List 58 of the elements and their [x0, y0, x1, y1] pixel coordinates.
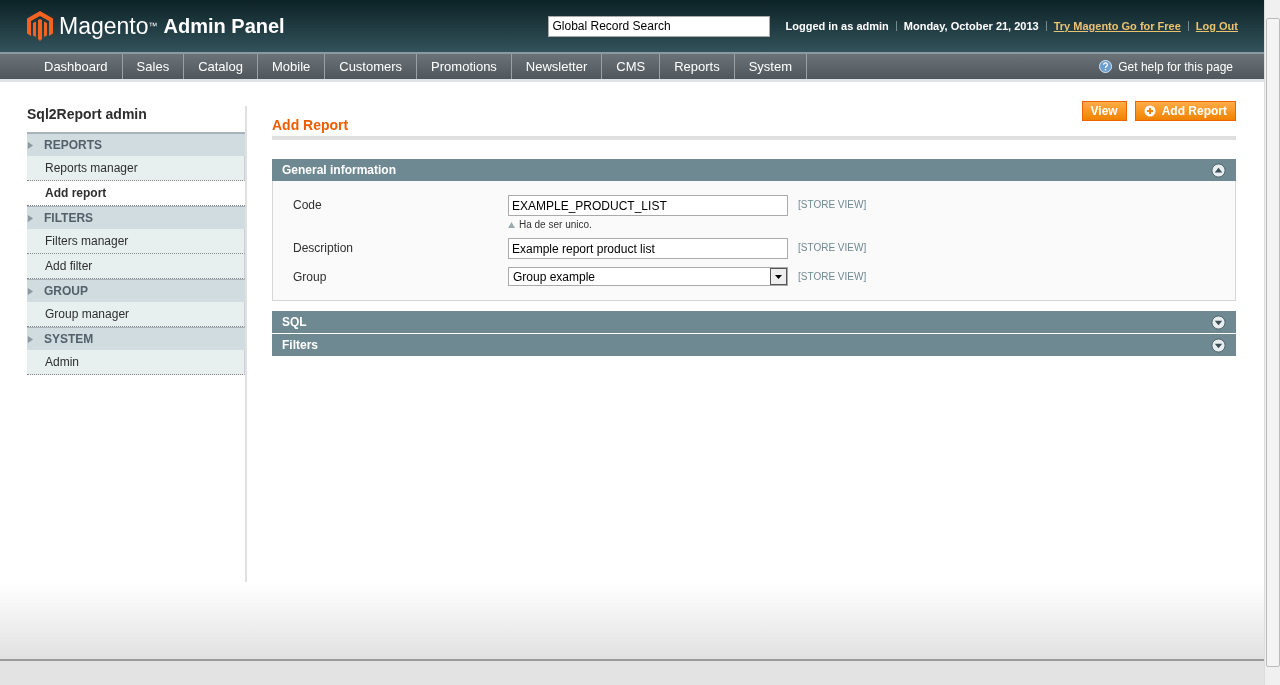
header-link[interactable]: Try Magento Go for Free — [1053, 20, 1181, 32]
nav-item[interactable]: Reports — [660, 54, 735, 79]
field-label: Code — [293, 197, 323, 214]
nav-item[interactable]: Sales — [122, 54, 185, 79]
triangle-icon — [27, 335, 34, 343]
page-title: Add Report — [272, 117, 349, 133]
collapse-icon[interactable] — [1211, 162, 1226, 178]
sidebar-item[interactable]: Reports manager — [27, 156, 245, 181]
sidebar-item[interactable]: Add filter — [27, 254, 245, 279]
section-header[interactable]: Filters — [272, 334, 1236, 356]
help-link[interactable]: Get help for this page — [1099, 54, 1233, 79]
triangle-icon — [508, 221, 515, 228]
section-header[interactable]: SQL — [272, 311, 1236, 333]
section-header[interactable]: General information — [272, 159, 1236, 181]
dropdown-icon[interactable] — [770, 268, 787, 285]
nav-item[interactable]: Promotions — [417, 54, 512, 79]
nav-item[interactable]: System — [734, 54, 808, 79]
help-icon — [1099, 60, 1113, 73]
section-title: Filters — [282, 338, 318, 352]
logo-brand: Magento — [59, 12, 149, 40]
nav-item[interactable]: Dashboard — [30, 54, 123, 79]
nav-item[interactable]: Catalog — [184, 54, 258, 79]
sidebar-section: GROUP — [27, 279, 245, 302]
search-field[interactable]: Global Record Search — [547, 15, 770, 37]
sidebar-section: FILTERS — [27, 206, 245, 229]
triangle-icon — [27, 287, 34, 295]
nav-item[interactable]: CMS — [602, 54, 661, 79]
scope-label: [STORE VIEW] — [798, 198, 868, 212]
section-title: SQL — [282, 315, 307, 329]
expand-icon[interactable] — [1211, 337, 1226, 353]
section-title: General information — [282, 163, 397, 177]
sidebar-item[interactable]: Group manager — [27, 302, 245, 327]
expand-icon[interactable] — [1211, 314, 1226, 330]
nav-item[interactable]: Mobile — [257, 54, 326, 79]
field-note: Ha de ser unico. — [519, 219, 592, 230]
trademark: ™ — [148, 21, 158, 31]
header-link[interactable]: Log Out — [1195, 20, 1238, 32]
nav-item[interactable]: Newsletter — [511, 54, 603, 79]
scope-label: [STORE VIEW] — [798, 270, 868, 284]
nav-item[interactable]: Customers — [325, 54, 418, 79]
select-field[interactable]: Group example — [508, 267, 788, 286]
logo-icon — [27, 11, 53, 41]
sidebar-item[interactable]: Filters manager — [27, 229, 245, 254]
scrollbar[interactable] — [1264, 0, 1280, 685]
user-info: Logged in as admin — [785, 20, 889, 32]
sidebar-section: REPORTS — [27, 133, 245, 156]
plus-icon — [1143, 105, 1156, 117]
input-field[interactable]: EXAMPLE_PRODUCT_LIST — [508, 195, 788, 216]
sidebar-section: SYSTEM — [27, 327, 245, 350]
sidebar-item[interactable]: Admin — [27, 350, 245, 375]
triangle-icon — [27, 141, 34, 149]
triangle-icon — [27, 214, 34, 222]
date: Monday, October 21, 2013 — [903, 20, 1039, 32]
scope-label: [STORE VIEW] — [798, 241, 868, 255]
input-field[interactable]: Example report product list — [508, 238, 788, 259]
logo-product: Admin Panel — [163, 14, 285, 38]
field-label: Description — [293, 240, 355, 257]
field-label: Group — [293, 269, 328, 286]
